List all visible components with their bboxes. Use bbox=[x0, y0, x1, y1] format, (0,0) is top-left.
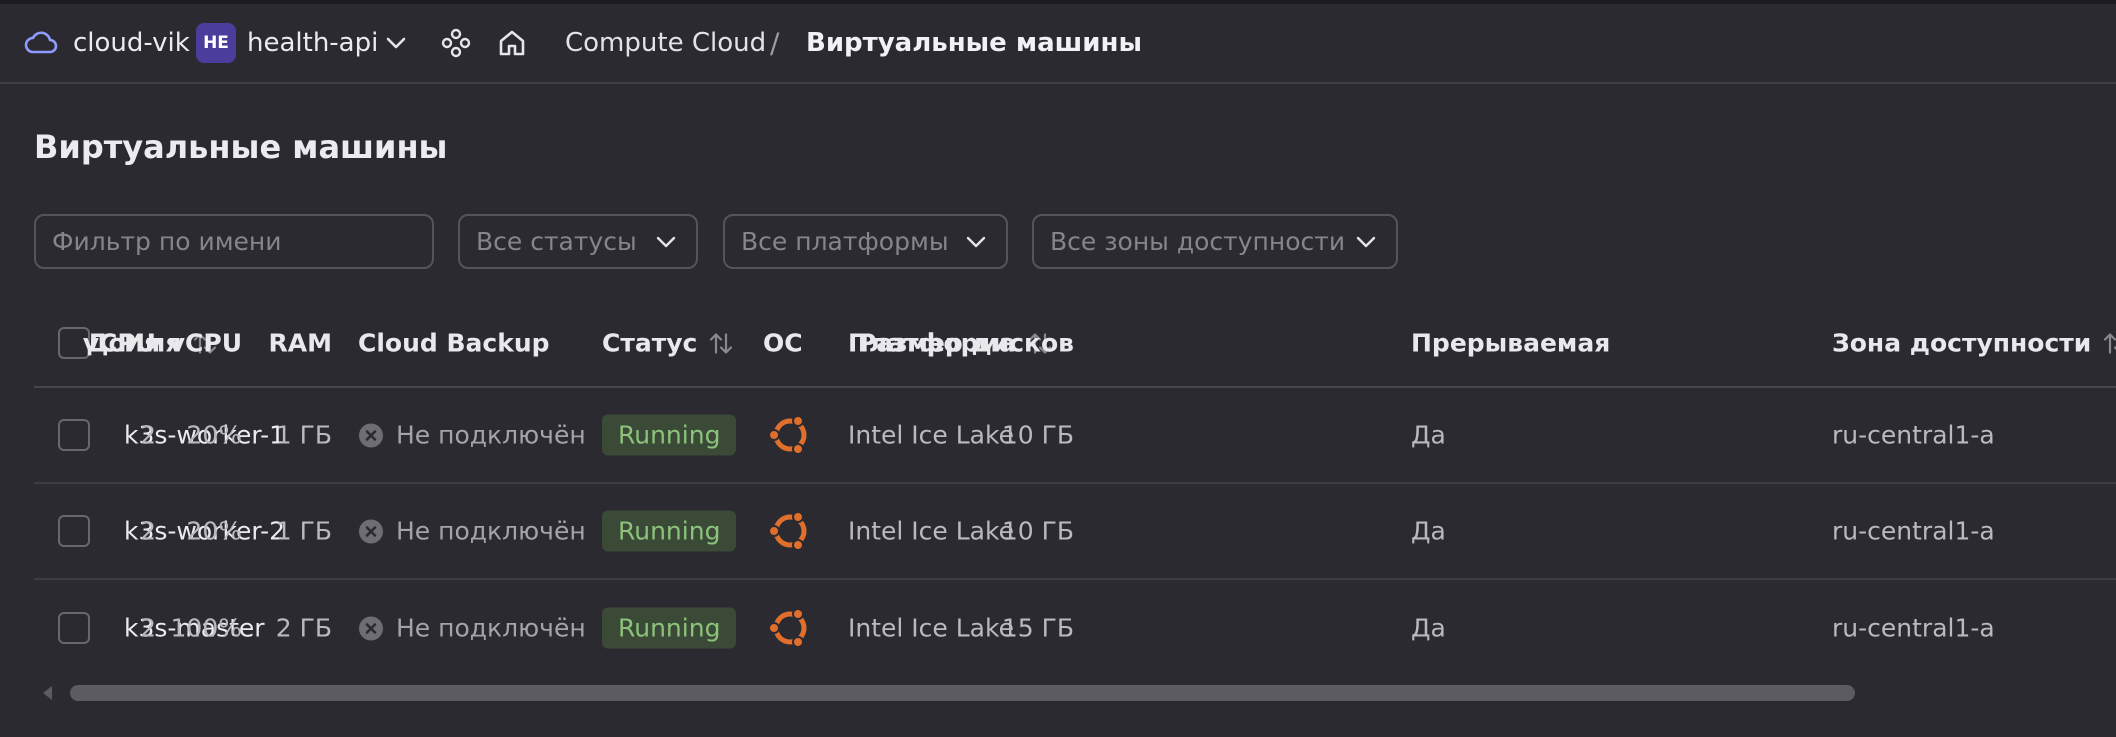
backup-status-text: Не подключён bbox=[396, 420, 586, 450]
column-header-ram: RAM bbox=[268, 328, 332, 358]
disk-size-cell: 15 ГБ bbox=[1001, 613, 1074, 643]
table-row[interactable]: k3s-worker-2 Не подключён Running Intel … bbox=[34, 484, 2116, 580]
breadcrumb-separator: / bbox=[770, 26, 780, 60]
breadcrumb-current: Виртуальные машины bbox=[806, 28, 1142, 58]
platform-select-value: Все платформы bbox=[741, 227, 949, 256]
zone-cell: ru-central1-a bbox=[1832, 420, 1995, 450]
chevron-down-icon bbox=[656, 236, 676, 247]
column-header-zone[interactable]: Зона доступности bbox=[1832, 329, 2116, 358]
zone-cell: ru-central1-a bbox=[1832, 516, 1995, 546]
vcpu-share-cell: 20% bbox=[186, 420, 242, 450]
sort-icon[interactable] bbox=[2101, 330, 2116, 356]
home-icon[interactable] bbox=[496, 27, 528, 59]
row-checkbox[interactable] bbox=[58, 612, 90, 644]
sort-icon[interactable] bbox=[707, 330, 735, 356]
top-header: cloud-vik HE health-api Compute Cloud / … bbox=[0, 4, 2116, 84]
status-badge: Running bbox=[602, 510, 737, 552]
ram-cell: 2 ГБ bbox=[275, 613, 332, 643]
ram-cell: 1 ГБ bbox=[275, 516, 332, 546]
vcpu-share-cell: 100% bbox=[170, 613, 242, 643]
preemptible-cell: Да bbox=[1411, 420, 1446, 450]
os-cell bbox=[763, 410, 813, 460]
column-header-preemptible: Прерываемая bbox=[1411, 328, 1611, 358]
disk-size-cell: 10 ГБ bbox=[1001, 516, 1074, 546]
table-header-row: Имя Cloud Backup Статус ОС Платформа vCP… bbox=[34, 300, 2116, 388]
status-badge: Running bbox=[602, 607, 737, 649]
column-header-disk-size: Размер дисков bbox=[857, 328, 1074, 358]
backup-status: Не подключён bbox=[358, 517, 586, 546]
zone-select-value: Все зоны доступности bbox=[1050, 227, 1346, 256]
table-row[interactable]: k3s-master Не подключён Running Intel Ic… bbox=[34, 580, 2116, 676]
folder-badge[interactable]: HE bbox=[196, 23, 236, 63]
x-circle-icon bbox=[359, 616, 383, 640]
status-badge: Running bbox=[602, 414, 737, 456]
platform-cell: Intel Ice Lake bbox=[848, 613, 1014, 643]
zone-cell: ru-central1-a bbox=[1832, 613, 1995, 643]
backup-status: Не подключён bbox=[358, 421, 586, 450]
chevron-down-icon[interactable] bbox=[383, 30, 409, 56]
column-header-label: Зона доступности bbox=[1832, 328, 2092, 358]
platform-select[interactable]: Все платформы bbox=[723, 214, 1008, 269]
folder-name[interactable]: health-api bbox=[247, 28, 378, 58]
horizontal-scrollbar-thumb[interactable] bbox=[70, 685, 1855, 701]
breadcrumb-compute-cloud[interactable]: Compute Cloud bbox=[565, 28, 766, 58]
column-header-vcpu-share: Доля vCPU bbox=[86, 328, 242, 358]
row-checkbox[interactable] bbox=[58, 419, 90, 451]
name-filter[interactable] bbox=[34, 214, 434, 269]
zone-select[interactable]: Все зоны доступности bbox=[1032, 214, 1398, 269]
chevron-down-icon bbox=[966, 236, 986, 247]
status-cell: Running bbox=[602, 414, 737, 456]
status-cell: Running bbox=[602, 510, 737, 552]
x-circle-icon bbox=[359, 519, 383, 543]
preemptible-cell: Да bbox=[1411, 613, 1446, 643]
status-cell: Running bbox=[602, 607, 737, 649]
x-circle-icon bbox=[359, 423, 383, 447]
ubuntu-icon bbox=[768, 415, 807, 455]
status-select-value: Все статусы bbox=[476, 227, 637, 256]
vcpu-cell: 2 bbox=[140, 420, 156, 450]
cloud-icon[interactable] bbox=[24, 28, 58, 58]
cloud-name[interactable]: cloud-vik bbox=[73, 28, 190, 58]
name-filter-input[interactable] bbox=[52, 227, 432, 256]
ram-cell: 1 ГБ bbox=[275, 420, 332, 450]
page-title: Виртуальные машины bbox=[34, 128, 448, 166]
vcpu-cell: 2 bbox=[140, 516, 156, 546]
backup-status-text: Не подключён bbox=[396, 613, 586, 643]
chevron-down-icon bbox=[1356, 236, 1376, 247]
ubuntu-icon bbox=[768, 608, 807, 648]
preemptible-cell: Да bbox=[1411, 516, 1446, 546]
table-row[interactable]: k3s-worker-1 Не подключён Running Intel … bbox=[34, 388, 2116, 484]
disk-size-cell: 10 ГБ bbox=[1001, 420, 1074, 450]
status-select[interactable]: Все статусы bbox=[458, 214, 698, 269]
column-header-os: ОС bbox=[763, 328, 803, 358]
platform-cell: Intel Ice Lake bbox=[848, 420, 1014, 450]
scroll-left-arrow-icon[interactable] bbox=[40, 684, 54, 702]
platform-cell: Intel Ice Lake bbox=[848, 516, 1014, 546]
os-cell bbox=[763, 603, 813, 653]
services-icon[interactable] bbox=[440, 27, 472, 59]
column-header-status[interactable]: Статус bbox=[602, 329, 735, 358]
ubuntu-icon bbox=[768, 511, 807, 551]
column-header-label: Статус bbox=[602, 328, 698, 358]
vcpu-cell: 2 bbox=[140, 613, 156, 643]
column-header-backup: Cloud Backup bbox=[358, 328, 550, 358]
row-checkbox[interactable] bbox=[58, 515, 90, 547]
backup-status-text: Не подключён bbox=[396, 516, 586, 546]
os-cell bbox=[763, 506, 813, 556]
vcpu-share-cell: 20% bbox=[186, 516, 242, 546]
backup-status: Не подключён bbox=[358, 614, 586, 643]
